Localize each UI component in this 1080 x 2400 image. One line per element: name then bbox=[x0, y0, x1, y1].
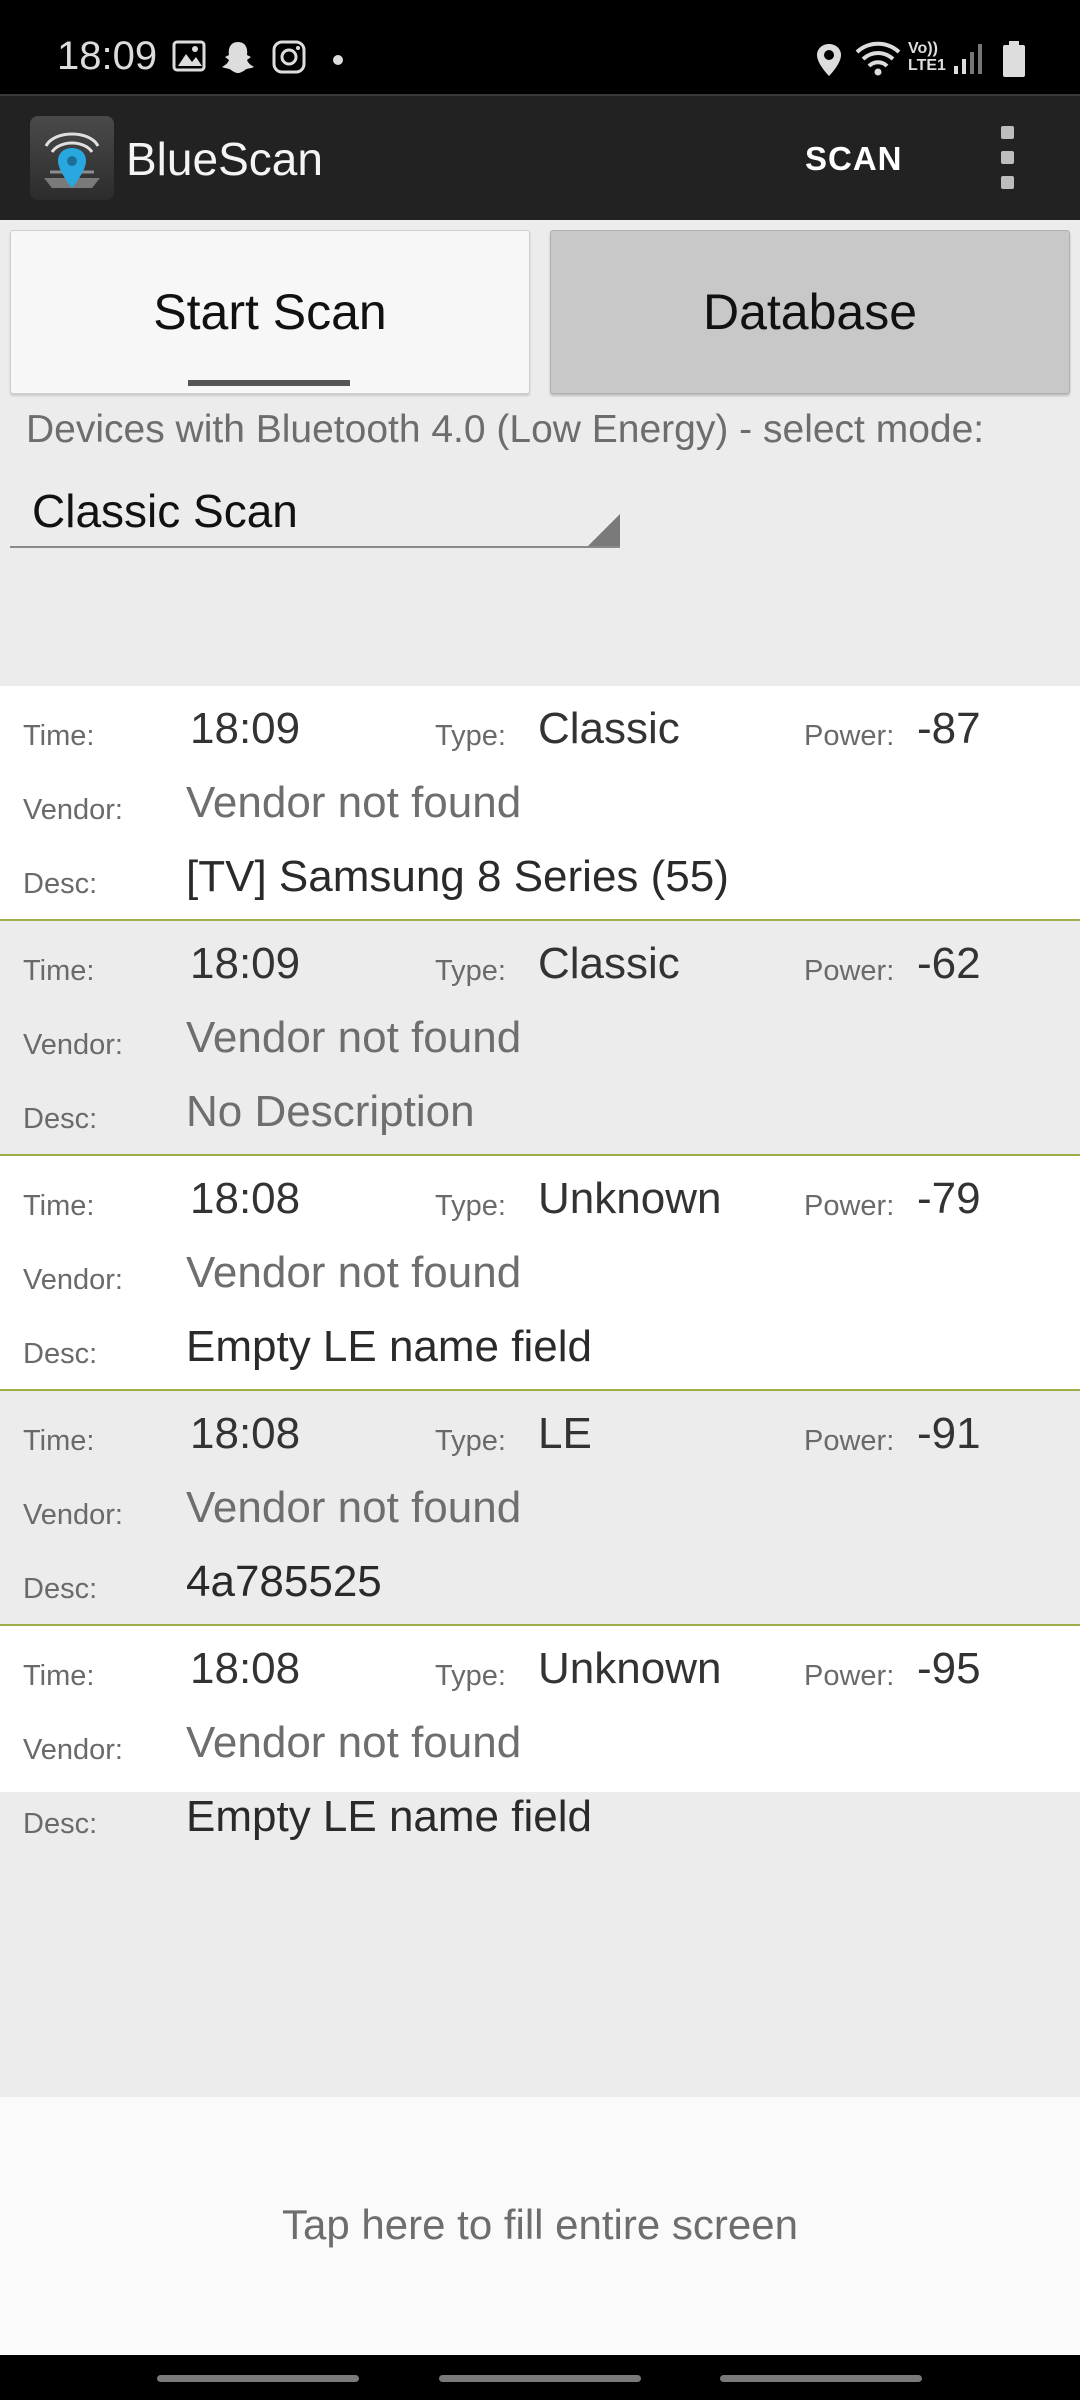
device-type: Classic bbox=[538, 704, 680, 753]
type-label: Type: bbox=[435, 1660, 506, 1692]
list-item[interactable]: Time: 18:08 Type: Unknown Power: -95 Ven… bbox=[0, 1626, 1080, 1841]
status-bar: 18:09 Vo)) LTE1 bbox=[0, 0, 1080, 94]
desc-label: Desc: bbox=[23, 1338, 98, 1370]
type-label: Type: bbox=[435, 1190, 506, 1222]
device-type: Classic bbox=[538, 939, 680, 988]
navigation-bar bbox=[0, 2355, 1080, 2400]
device-type: Unknown bbox=[538, 1644, 722, 1693]
tab-start-scan-label: Start Scan bbox=[153, 284, 387, 340]
fill-screen-text: Tap here to fill entire screen bbox=[282, 2201, 798, 2248]
device-vendor: Vendor not found bbox=[186, 1013, 522, 1062]
power-label: Power: bbox=[804, 1190, 895, 1222]
device-power: -95 bbox=[917, 1644, 981, 1693]
device-vendor: Vendor not found bbox=[186, 1718, 522, 1767]
image-icon bbox=[172, 40, 206, 72]
device-vendor: Vendor not found bbox=[186, 778, 522, 827]
type-label: Type: bbox=[435, 955, 506, 987]
device-power: -62 bbox=[917, 939, 981, 988]
instagram-icon bbox=[272, 40, 306, 74]
scan-mode-value: Classic Scan bbox=[32, 485, 298, 537]
device-type: Unknown bbox=[538, 1174, 722, 1223]
vendor-label: Vendor: bbox=[23, 1029, 123, 1061]
power-label: Power: bbox=[804, 955, 895, 987]
volte-line2: LTE1 bbox=[908, 57, 946, 74]
desc-label: Desc: bbox=[23, 868, 98, 900]
device-time: 18:08 bbox=[190, 1409, 301, 1458]
vendor-label: Vendor: bbox=[23, 794, 123, 826]
power-label: Power: bbox=[804, 720, 895, 752]
nav-home-button[interactable] bbox=[439, 2375, 641, 2382]
desc-label: Desc: bbox=[23, 1103, 98, 1135]
app-bar: BlueScan SCAN bbox=[0, 94, 1080, 220]
type-label: Type: bbox=[435, 1425, 506, 1457]
device-time: 18:09 bbox=[190, 939, 301, 988]
scan-mode-dropdown[interactable]: Classic Scan bbox=[10, 472, 620, 548]
tab-database-label: Database bbox=[702, 284, 918, 340]
device-power: -79 bbox=[917, 1174, 981, 1223]
list-item[interactable]: Time: 18:09 Type: Classic Power: -62 Ven… bbox=[0, 921, 1080, 1156]
device-power: -87 bbox=[917, 704, 981, 753]
location-icon bbox=[817, 44, 841, 76]
device-type: LE bbox=[538, 1409, 592, 1458]
device-time: 18:08 bbox=[190, 1174, 301, 1223]
time-label: Time: bbox=[23, 1190, 95, 1222]
status-time: 18:09 bbox=[57, 34, 158, 78]
dropdown-arrow-icon bbox=[588, 514, 620, 546]
power-label: Power: bbox=[804, 1425, 895, 1457]
power-label: Power: bbox=[804, 1660, 895, 1692]
vendor-label: Vendor: bbox=[23, 1734, 123, 1766]
device-desc: Empty LE name field bbox=[186, 1322, 592, 1371]
nav-back-button[interactable] bbox=[720, 2375, 922, 2382]
volte-line1: Vo)) bbox=[908, 40, 938, 57]
type-label: Type: bbox=[435, 720, 506, 752]
device-desc: No Description bbox=[186, 1087, 475, 1136]
time-label: Time: bbox=[23, 1660, 95, 1692]
desc-label: Desc: bbox=[23, 1573, 98, 1605]
nav-recents-button[interactable] bbox=[157, 2375, 359, 2382]
device-power: -91 bbox=[917, 1409, 981, 1458]
device-vendor: Vendor not found bbox=[186, 1248, 522, 1297]
volte-icon: Vo)) LTE1 bbox=[908, 40, 946, 74]
app-title: BlueScan bbox=[126, 133, 323, 185]
scan-button[interactable]: SCAN bbox=[805, 140, 903, 178]
device-list: Time: 18:09 Type: Classic Power: -87 Ven… bbox=[0, 686, 1080, 1841]
vendor-label: Vendor: bbox=[23, 1264, 123, 1296]
device-desc: Empty LE name field bbox=[186, 1792, 592, 1841]
device-desc: 4a785525 bbox=[186, 1557, 382, 1606]
wifi-icon bbox=[855, 41, 901, 76]
tab-start-scan[interactable]: Start Scan bbox=[10, 230, 530, 394]
snapchat-icon bbox=[222, 42, 254, 73]
device-time: 18:09 bbox=[190, 704, 301, 753]
selected-tab-indicator bbox=[188, 380, 350, 386]
vendor-label: Vendor: bbox=[23, 1499, 123, 1531]
list-item[interactable]: Time: 18:09 Type: Classic Power: -87 Ven… bbox=[0, 686, 1080, 921]
fill-screen-banner[interactable]: Tap here to fill entire screen bbox=[0, 2097, 1080, 2355]
list-item[interactable]: Time: 18:08 Type: Unknown Power: -79 Ven… bbox=[0, 1156, 1080, 1391]
dot-icon bbox=[333, 55, 343, 65]
time-label: Time: bbox=[23, 1425, 95, 1457]
list-item[interactable]: Time: 18:08 Type: LE Power: -91 Vendor: … bbox=[0, 1391, 1080, 1626]
time-label: Time: bbox=[23, 955, 95, 987]
bluescan-logo-icon bbox=[30, 116, 114, 200]
desc-label: Desc: bbox=[23, 1808, 98, 1840]
device-desc: [TV] Samsung 8 Series (55) bbox=[186, 852, 729, 901]
tab-database[interactable]: Database bbox=[550, 230, 1070, 394]
device-time: 18:08 bbox=[190, 1644, 301, 1693]
signal-icon bbox=[954, 44, 982, 74]
mode-label: Devices with Bluetooth 4.0 (Low Energy) … bbox=[26, 408, 985, 451]
time-label: Time: bbox=[23, 720, 95, 752]
battery-icon bbox=[1003, 41, 1025, 77]
device-vendor: Vendor not found bbox=[186, 1483, 522, 1532]
overflow-menu-icon[interactable] bbox=[990, 126, 1024, 190]
